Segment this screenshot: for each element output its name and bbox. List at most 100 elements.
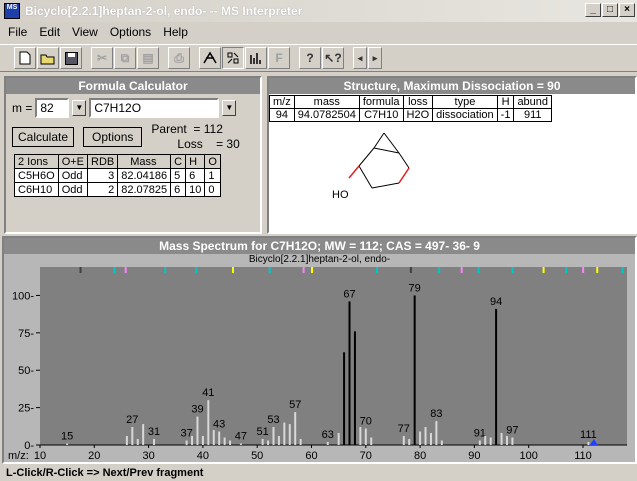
context-help-icon[interactable]: ↖? xyxy=(322,47,344,69)
formula-view-icon[interactable] xyxy=(222,47,244,69)
peak-label: 41 xyxy=(202,387,214,399)
spectrum-peak xyxy=(408,439,411,445)
cell-mass: 82.07825 xyxy=(117,182,172,197)
cell-mass: 82.04186 xyxy=(117,168,172,183)
mass-input[interactable]: 82 xyxy=(35,98,70,118)
spectrum-peak xyxy=(191,436,194,445)
spectrum-peak xyxy=(353,331,356,445)
spectrum-view-icon[interactable] xyxy=(245,47,267,69)
menu-options[interactable]: Options xyxy=(110,25,151,39)
help-icon[interactable]: ? xyxy=(299,47,321,69)
spectrum-peak xyxy=(66,443,69,445)
next-fragment-icon[interactable]: ▸ xyxy=(368,47,382,69)
open-folder-icon[interactable] xyxy=(37,47,59,69)
cell-loss: H2O xyxy=(402,108,434,122)
col-loss: loss xyxy=(402,95,434,109)
cell-formula: C5H6O xyxy=(14,168,59,183)
cell-h: 10 xyxy=(185,182,206,197)
x-tick-label: 80 xyxy=(414,450,426,462)
mass-dropdown-icon[interactable]: ▼ xyxy=(72,100,87,116)
peak-label: 27 xyxy=(126,414,138,426)
peak-label: 77 xyxy=(398,423,410,435)
y-tick-label: 25- xyxy=(18,403,34,415)
menu-help[interactable]: Help xyxy=(163,25,188,39)
menu-file[interactable]: File xyxy=(8,25,27,39)
fragment-table: m/z mass formula loss type H abund 94 94… xyxy=(269,95,553,122)
spectrum-peak xyxy=(136,439,139,445)
fragment-marker xyxy=(302,267,305,273)
x-tick-label: 30 xyxy=(142,450,154,462)
spectrum-peak xyxy=(484,436,487,445)
title-bar: MS Bicyclo[2.2.1]heptan-2-ol, endo- -- M… xyxy=(0,0,637,22)
table-row[interactable]: C6H10 Odd 2 82.07825 6 10 0 xyxy=(14,182,221,197)
peak-label: 83 xyxy=(430,408,442,420)
print-icon[interactable]: ⎙ xyxy=(168,47,190,69)
paste-icon[interactable]: ▤ xyxy=(137,47,159,69)
calculate-button[interactable]: Calculate xyxy=(12,127,75,147)
x-tick-label: 60 xyxy=(305,450,317,462)
close-icon[interactable]: × xyxy=(619,3,635,17)
spectrum-peak xyxy=(419,431,422,445)
cell-o: 0 xyxy=(204,182,221,197)
mass-spectrum-chart[interactable]: 0-25-50-75-100-10 20 30 40 50 60 70 80 90 100 110m… xyxy=(4,267,635,462)
spectrum-peak xyxy=(223,437,226,445)
maximize-icon[interactable]: □ xyxy=(602,3,618,17)
fragment-marker xyxy=(596,267,599,273)
spectrum-peak xyxy=(500,433,503,445)
peak-label: 31 xyxy=(148,426,160,438)
spectrum-peak xyxy=(424,427,427,445)
cut-icon[interactable]: ✂ xyxy=(91,47,113,69)
spectrum-peak xyxy=(326,442,329,445)
spectrum-peak xyxy=(429,433,432,445)
new-file-icon[interactable] xyxy=(14,47,36,69)
prev-fragment-icon[interactable]: ◂ xyxy=(353,47,367,69)
cell-c: 5 xyxy=(170,168,187,183)
mass-label: m = xyxy=(12,101,33,115)
fragment-marker xyxy=(565,267,568,273)
peak-label: 39 xyxy=(191,404,203,416)
col-ions[interactable]: 2 Ions xyxy=(14,154,59,169)
app-icon: MS xyxy=(4,3,20,19)
spectrum-peak xyxy=(207,400,210,445)
peak-label: 43 xyxy=(213,419,225,431)
app-window: MS Bicyclo[2.2.1]heptan-2-ol, endo- -- M… xyxy=(0,0,637,481)
spectrum-peak xyxy=(267,440,270,445)
cell-type: dissociation xyxy=(432,108,498,122)
formula-calculator-panel: Formula Calculator m = 82 ▼ C7H12O ▼ Cal… xyxy=(4,76,262,234)
spectrum-peak xyxy=(261,439,264,445)
table-row[interactable]: 94 94.0782504 C7H10 H2O dissociation -1 … xyxy=(269,108,553,122)
col-formula: formula xyxy=(358,95,404,109)
table-row[interactable]: C5H6O Odd 3 82.04186 5 6 1 xyxy=(14,168,221,183)
peak-label: 91 xyxy=(474,428,486,440)
spectrum-peak xyxy=(277,436,280,445)
periodic-table-icon[interactable]: F xyxy=(268,47,290,69)
y-tick-label: 50- xyxy=(18,365,34,377)
options-button[interactable]: Options xyxy=(83,127,143,147)
cell-abund: 911 xyxy=(513,108,553,122)
fragment-marker xyxy=(621,267,624,273)
y-tick-label: 100- xyxy=(12,290,34,302)
col-mass: mass xyxy=(293,95,360,109)
spectrum-peak xyxy=(511,437,514,445)
menu-view[interactable]: View xyxy=(72,25,98,39)
hydroxyl-label: HO xyxy=(332,189,349,201)
structure-view-icon[interactable] xyxy=(199,47,221,69)
spectrum-peak xyxy=(402,436,405,445)
minimize-icon[interactable]: _ xyxy=(585,3,601,17)
formula-input[interactable]: C7H12O xyxy=(89,98,220,118)
ions-table: 2 Ions O+E RDB Mass C H O C5H6O Odd 3 82… xyxy=(14,154,221,197)
save-icon[interactable] xyxy=(60,47,82,69)
spectrum-peak xyxy=(489,437,492,445)
spectrum-peak xyxy=(153,439,156,445)
col-rdb: RDB xyxy=(87,154,119,169)
spectrum-peak xyxy=(201,436,204,445)
formula-dropdown-icon[interactable]: ▼ xyxy=(222,100,237,116)
spectrum-peak xyxy=(125,436,128,445)
menu-edit[interactable]: Edit xyxy=(39,25,60,39)
peak-label: 111 xyxy=(580,429,597,441)
spectrum-peak xyxy=(212,430,215,445)
fragment-marker xyxy=(232,267,235,273)
fragment-marker xyxy=(582,267,585,273)
spectrum-peak xyxy=(218,431,221,445)
copy-icon[interactable]: ⧉ xyxy=(114,47,136,69)
